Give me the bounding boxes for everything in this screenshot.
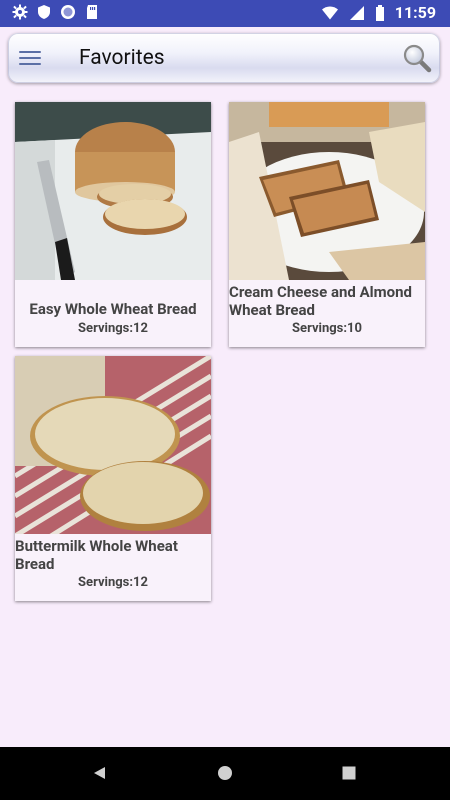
recipe-title: Easy Whole Wheat Bread bbox=[29, 300, 197, 318]
recipe-card[interactable]: Cream Cheese and Almond Wheat Bread Serv… bbox=[229, 102, 425, 347]
recipe-image bbox=[15, 102, 211, 280]
hamburger-menu-icon[interactable] bbox=[19, 47, 41, 69]
recipe-servings: Servings:12 bbox=[78, 575, 148, 590]
shield-icon bbox=[38, 5, 50, 19]
recipe-card[interactable]: Easy Whole Wheat Bread Servings:12 bbox=[15, 102, 211, 347]
recipe-servings: Servings:12 bbox=[78, 321, 148, 336]
recipe-image bbox=[15, 356, 211, 534]
circle-icon bbox=[61, 5, 75, 19]
back-icon[interactable] bbox=[92, 765, 108, 781]
wifi-icon bbox=[321, 6, 338, 20]
home-icon[interactable] bbox=[217, 765, 233, 781]
recipe-title: Buttermilk Whole Wheat Bread bbox=[15, 537, 178, 573]
signal-icon bbox=[349, 6, 364, 20]
search-icon[interactable] bbox=[402, 43, 432, 73]
recents-icon[interactable] bbox=[341, 765, 357, 781]
page-title: Favorites bbox=[79, 46, 165, 70]
sd-card-icon bbox=[87, 5, 97, 19]
system-navigation-bar bbox=[0, 747, 450, 800]
recipe-card[interactable]: Buttermilk Whole Wheat Bread Servings:12 bbox=[15, 356, 211, 601]
battery-icon bbox=[375, 5, 384, 21]
app-bar: Favorites bbox=[8, 33, 440, 83]
clock-time: 11:59 bbox=[394, 3, 436, 22]
gear-icon bbox=[12, 4, 28, 20]
recipe-title: Cream Cheese and Almond Wheat Bread bbox=[229, 283, 412, 319]
recipe-image bbox=[229, 102, 425, 280]
recipe-servings: Servings:10 bbox=[292, 321, 362, 336]
status-bar: 11:59 bbox=[0, 0, 450, 27]
